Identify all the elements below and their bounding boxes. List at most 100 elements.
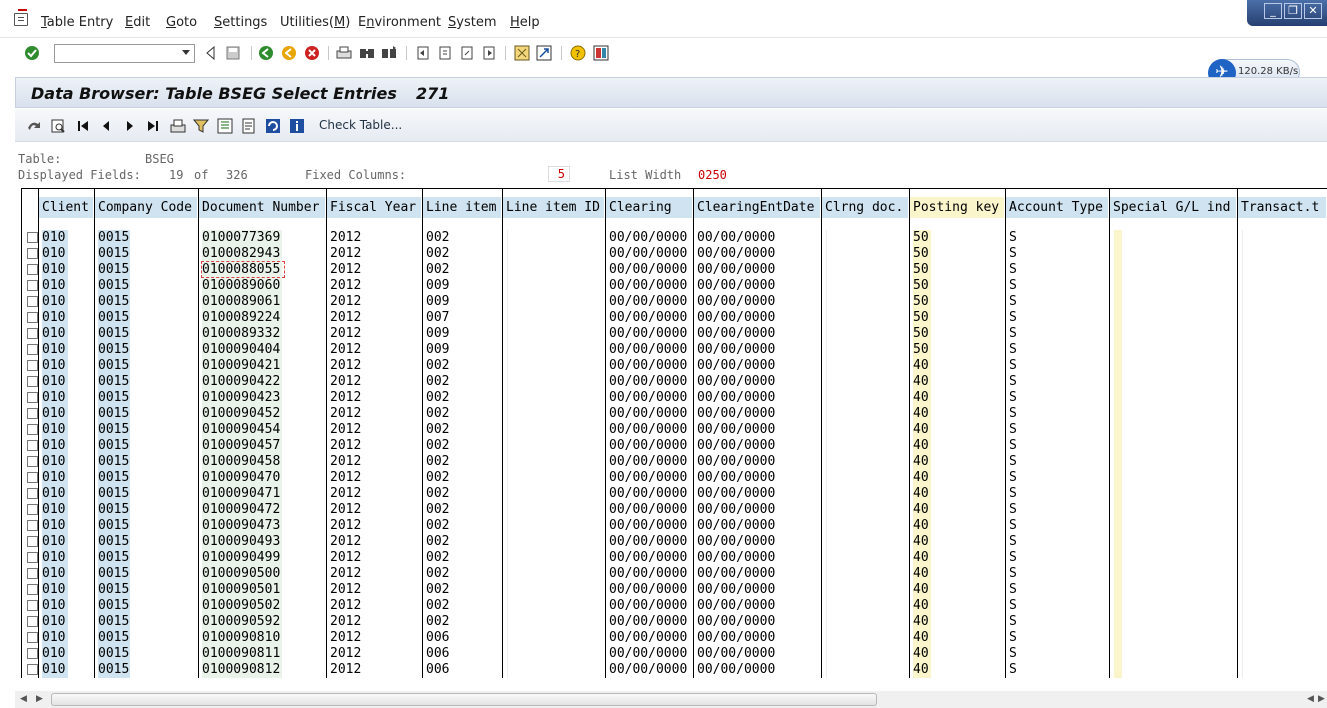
table-row[interactable]: 010 0015 0100090422 2012 002 00/00/0000 00/00/… (22, 374, 1327, 390)
table-row[interactable]: 010 0015 0100090812 2012 006 00/00/0000 00/00/… (22, 662, 1327, 678)
row-select-checkbox[interactable] (27, 360, 38, 371)
menu-goto[interactable]: Goto (166, 15, 197, 30)
row-select-checkbox[interactable] (27, 376, 38, 387)
column-header[interactable]: ClearingEntDate (694, 197, 820, 218)
details-icon[interactable] (25, 117, 42, 134)
sap-menu-icon[interactable] (14, 9, 28, 26)
table-row[interactable]: 010 0015 0100090501 2012 002 00/00/0000 00/00/… (22, 582, 1327, 598)
menu-utilities[interactable]: Utilities(M) (280, 15, 350, 30)
menu-help[interactable]: Help (510, 15, 540, 30)
table-row[interactable]: 010 0015 0100090810 2012 006 00/00/0000 00/00/… (22, 630, 1327, 646)
row-select-checkbox[interactable] (27, 408, 38, 419)
shortcut-icon[interactable] (535, 44, 553, 62)
table-row[interactable]: 010 0015 0100090454 2012 002 00/00/0000 00/00/… (22, 422, 1327, 438)
layout-icon[interactable] (592, 44, 610, 62)
table-row[interactable]: 010 0015 0100090493 2012 002 00/00/0000 00/00/… (22, 534, 1327, 550)
table-row[interactable]: 010 0015 0100088055 2012 002 00/00/0000 00/00/… (22, 261, 1327, 278)
row-select-checkbox[interactable] (27, 520, 38, 531)
column-header[interactable]: Client (39, 197, 93, 218)
find-next-icon[interactable] (380, 44, 398, 62)
row-select-checkbox[interactable] (27, 264, 38, 275)
export-icon[interactable] (240, 117, 257, 134)
row-select-checkbox[interactable] (27, 328, 38, 339)
green-back-icon[interactable] (257, 44, 275, 62)
menu-table-entry[interactable]: Table Entry (41, 15, 113, 30)
restore-icon[interactable]: ❐ (1284, 3, 1302, 19)
column-header[interactable]: Document Number (199, 197, 325, 218)
row-select-checkbox[interactable] (27, 616, 38, 627)
sum-icon[interactable] (216, 117, 233, 134)
row-select-checkbox[interactable] (27, 600, 38, 611)
table-row[interactable]: 010 0015 0100090502 2012 002 00/00/0000 00/00/… (22, 598, 1327, 614)
last-page-icon[interactable] (480, 44, 498, 62)
column-header[interactable]: Special G/L ind (1110, 197, 1236, 218)
table-row[interactable]: 010 0015 0100090423 2012 002 00/00/0000 00/00/… (22, 390, 1327, 406)
menu-edit[interactable]: Edit (125, 15, 150, 30)
table-row[interactable]: 010 0015 0100089224 2012 007 00/00/0000 00/00/… (22, 310, 1327, 326)
table-row[interactable]: 010 0015 0100077369 2012 002 00/00/0000 00/00/… (22, 230, 1327, 246)
fixed-columns-input[interactable]: 5 (548, 166, 570, 182)
row-select-checkbox[interactable] (27, 312, 38, 323)
print-icon[interactable] (335, 44, 353, 62)
chevron-down-icon[interactable] (182, 50, 190, 55)
table-row[interactable]: 010 0015 0100090473 2012 002 00/00/0000 00/00/… (22, 518, 1327, 534)
cancel-icon[interactable] (303, 44, 321, 62)
table-row[interactable]: 010 0015 0100082943 2012 002 00/00/0000 00/00/… (22, 246, 1327, 262)
row-select-checkbox[interactable] (27, 536, 38, 547)
refresh-icon[interactable] (264, 117, 281, 134)
previous-icon[interactable] (97, 117, 114, 134)
row-select-checkbox[interactable] (27, 344, 38, 355)
row-select-checkbox[interactable] (27, 232, 38, 243)
first-icon[interactable] (74, 117, 91, 134)
next-icon[interactable] (121, 117, 138, 134)
column-header[interactable]: Clrng doc. (822, 197, 908, 218)
row-select-checkbox[interactable] (27, 504, 38, 515)
scroll-thumb[interactable] (51, 693, 877, 706)
table-row[interactable]: 010 0015 0100090421 2012 002 00/00/0000 00/00/… (22, 358, 1327, 374)
check-table-button[interactable]: Check Table... (319, 118, 402, 132)
table-row[interactable]: 010 0015 0100089061 2012 009 00/00/0000 00/00/… (22, 294, 1327, 310)
scroll-left-icon[interactable]: ◀ (20, 694, 27, 704)
row-select-checkbox[interactable] (27, 472, 38, 483)
column-header[interactable]: Line item (423, 197, 501, 218)
row-select-checkbox[interactable] (27, 664, 38, 675)
table-row[interactable]: 010 0015 0100090457 2012 002 00/00/0000 00/00/… (22, 438, 1327, 454)
column-header[interactable]: Account Type (1006, 197, 1108, 218)
row-select-checkbox[interactable] (27, 424, 38, 435)
table-row[interactable]: 010 0015 0100090404 2012 009 00/00/0000 00/00/… (22, 342, 1327, 358)
info-icon[interactable] (288, 117, 305, 134)
row-select-checkbox[interactable] (27, 456, 38, 467)
minimize-icon[interactable]: _ (1264, 3, 1282, 19)
row-select-checkbox[interactable] (27, 280, 38, 291)
exit-icon[interactable] (280, 44, 298, 62)
column-header[interactable]: Posting key (910, 197, 1004, 218)
column-header[interactable]: Clearing (606, 197, 692, 218)
table-row[interactable]: 010 0015 0100090470 2012 002 00/00/0000 00/00/… (22, 470, 1327, 486)
row-select-checkbox[interactable] (27, 552, 38, 563)
row-select-checkbox[interactable] (27, 296, 38, 307)
find-icon[interactable] (358, 44, 376, 62)
column-header[interactable]: Fiscal Year (327, 197, 421, 218)
print-preview-icon[interactable] (49, 117, 66, 134)
table-row[interactable]: 010 0015 0100090472 2012 002 00/00/0000 00/00/… (22, 502, 1327, 518)
table-row[interactable]: 010 0015 0100090811 2012 006 00/00/0000 00/00/… (22, 646, 1327, 662)
first-page-icon[interactable] (414, 44, 432, 62)
scroll-right-icon[interactable]: ◀ (1307, 694, 1314, 704)
close-icon[interactable]: ✕ (1304, 3, 1322, 19)
menu-environment[interactable]: Environment (358, 15, 441, 30)
table-row[interactable]: 010 0015 0100089060 2012 009 00/00/0000 00/00/… (22, 278, 1327, 294)
row-select-checkbox[interactable] (27, 248, 38, 259)
filter-icon[interactable] (192, 117, 209, 134)
row-select-checkbox[interactable] (27, 488, 38, 499)
column-header[interactable]: Line item ID (503, 197, 604, 218)
column-header[interactable]: Transact.t (1238, 197, 1326, 218)
back-icon[interactable] (201, 44, 219, 62)
table-row[interactable]: 010 0015 0100090452 2012 002 00/00/0000 00/00/… (22, 406, 1327, 422)
row-select-checkbox[interactable] (27, 584, 38, 595)
print-list-icon[interactable] (169, 117, 186, 134)
command-field[interactable] (54, 44, 195, 63)
scroll-left-page-icon[interactable]: ▶ (36, 694, 43, 704)
scroll-right-page-icon[interactable]: ▶ (1318, 694, 1325, 704)
menu-settings[interactable]: Settings (214, 15, 267, 30)
row-select-checkbox[interactable] (27, 568, 38, 579)
